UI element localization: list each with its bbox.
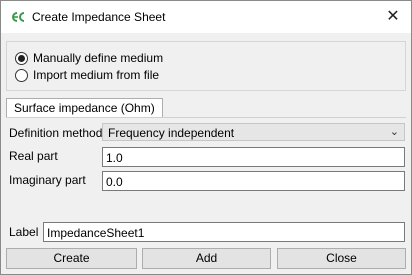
import-medium-label: Import medium from file <box>33 68 160 82</box>
title-bar: Create Impedance Sheet ✕ <box>1 1 411 33</box>
import-medium-radio[interactable] <box>15 68 28 82</box>
definition-method-label: Definition method <box>9 126 103 140</box>
definition-method-value: Frequency independent <box>108 126 235 140</box>
window-title: Create Impedance Sheet <box>32 10 166 24</box>
label-value: ImpedanceSheet1 <box>47 226 145 240</box>
close-window-icon[interactable]: ✕ <box>383 7 403 27</box>
app-logo-icon <box>12 12 25 22</box>
tab-surface-impedance[interactable]: Surface impedance (Ohm) <box>6 98 163 118</box>
real-part-label: Real part <box>9 149 58 163</box>
create-button[interactable]: Create <box>6 248 137 269</box>
add-button[interactable]: Add <box>142 248 271 269</box>
dialog-window: Create Impedance Sheet ✕ Manually define… <box>0 0 412 275</box>
imaginary-part-label: Imaginary part <box>9 173 86 187</box>
real-part-value: 1.0 <box>106 151 123 165</box>
tab-divider <box>6 117 406 118</box>
label-input[interactable]: ImpedanceSheet1 <box>43 222 405 242</box>
manual-medium-label: Manually define medium <box>33 51 164 65</box>
manual-medium-radio[interactable] <box>15 51 28 65</box>
close-button[interactable]: Close <box>277 248 406 269</box>
definition-method-select[interactable]: Frequency independent ⌄ <box>102 123 405 141</box>
imaginary-part-value: 0.0 <box>106 175 123 189</box>
label-field-label: Label <box>9 225 39 239</box>
medium-source-group: Manually define medium Import medium fro… <box>6 41 406 91</box>
real-part-input[interactable]: 1.0 <box>102 147 405 167</box>
chevron-down-icon: ⌄ <box>389 126 399 138</box>
imaginary-part-input[interactable]: 0.0 <box>102 171 405 191</box>
import-medium-option[interactable]: Import medium from file <box>15 68 159 82</box>
manual-medium-option[interactable]: Manually define medium <box>15 51 163 65</box>
